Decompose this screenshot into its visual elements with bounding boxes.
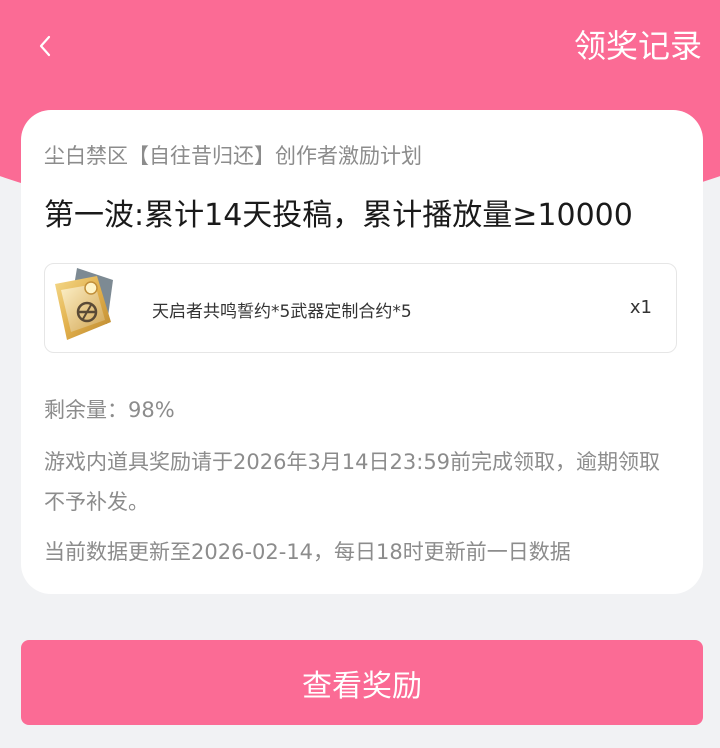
remaining-amount: 剩余量：98% (44, 398, 175, 422)
data-update-note: 当前数据更新至2026-02-14，每日18时更新前一日数据 (44, 540, 571, 564)
contract-item-icon (55, 268, 113, 340)
reward-quantity: x1 (629, 297, 652, 318)
campaign-subtitle: 尘白禁区【自往昔归还】创作者激励计划 (44, 144, 422, 168)
claim-deadline-notice: 游戏内道具奖励请于2026年3月14日23:59前完成领取，逾期领取不予补发。 (44, 450, 661, 514)
chevron-left-icon (39, 35, 51, 57)
task-card: 尘白禁区【自往昔归还】创作者激励计划 第一波:累计14天投稿，累计播放量≥100… (21, 110, 703, 594)
reward-records-link[interactable]: 领奖记录 (574, 24, 702, 68)
reward-item: 天启者共鸣誓约*5武器定制合约*5 x1 (44, 263, 677, 353)
view-reward-button[interactable]: 查看奖励 (21, 640, 703, 725)
task-title: 第一波:累计14天投稿，累计播放量≥10000 (44, 198, 633, 233)
back-button[interactable] (30, 28, 60, 64)
reward-name: 天启者共鸣誓约*5武器定制合约*5 (152, 302, 412, 322)
